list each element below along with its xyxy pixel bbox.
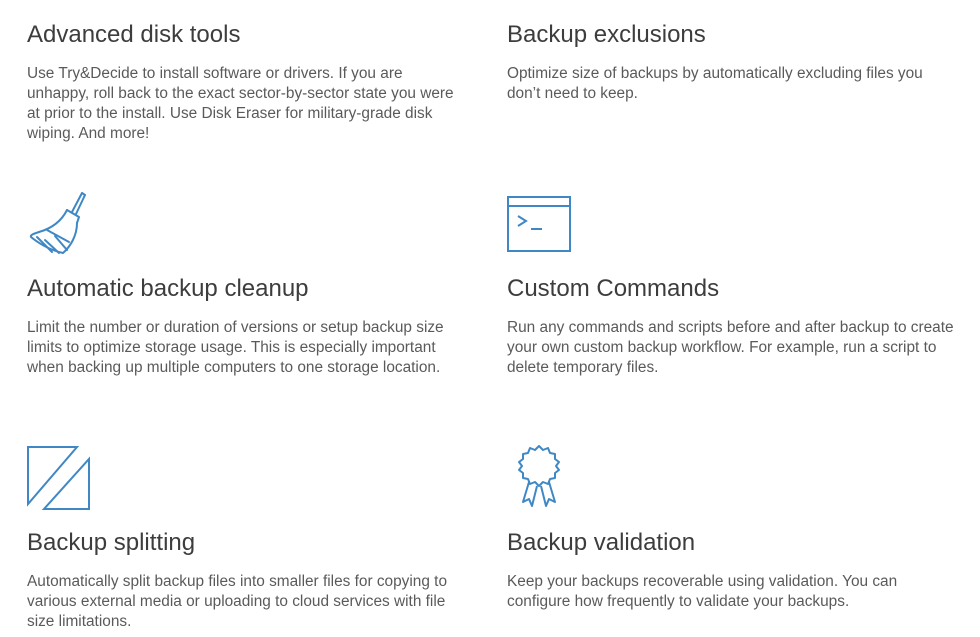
- feature-description: Keep your backups recoverable using vali…: [507, 573, 898, 610]
- terminal-icon: [507, 196, 573, 254]
- feature-backup-exclusions: Backup exclusions Optimize size of backu…: [507, 0, 957, 150]
- feature-backup-validation: Backup validation Keep your backups reco…: [507, 444, 957, 634]
- feature-advanced-disk-tools: Advanced disk tools Use Try&Decide to in…: [27, 0, 477, 150]
- feature-description: Automatically split backup files into sm…: [27, 573, 448, 630]
- feature-title: Backup validation: [507, 529, 696, 556]
- feature-description: Use Try&Decide to install software or dr…: [27, 65, 454, 142]
- feature-title: Backup exclusions: [507, 21, 706, 48]
- award-ribbon-icon: [515, 444, 563, 512]
- feature-title: Custom Commands: [507, 275, 720, 302]
- feature-description: Run any commands and scripts before and …: [507, 319, 954, 376]
- feature-title: Backup splitting: [27, 529, 196, 556]
- feature-title: Automatic backup cleanup: [27, 275, 309, 302]
- feature-automatic-backup-cleanup: Automatic backup cleanup Limit the numbe…: [27, 190, 477, 400]
- broom-icon: [27, 190, 89, 258]
- feature-custom-commands: Custom Commands Run any commands and scr…: [507, 190, 957, 400]
- split-icon: [27, 446, 91, 510]
- feature-title: Advanced disk tools: [27, 21, 241, 48]
- feature-description: Limit the number or duration of versions…: [27, 319, 444, 376]
- feature-backup-splitting: Backup splitting Automatically split bac…: [27, 444, 477, 634]
- feature-description: Optimize size of backups by automaticall…: [507, 65, 923, 102]
